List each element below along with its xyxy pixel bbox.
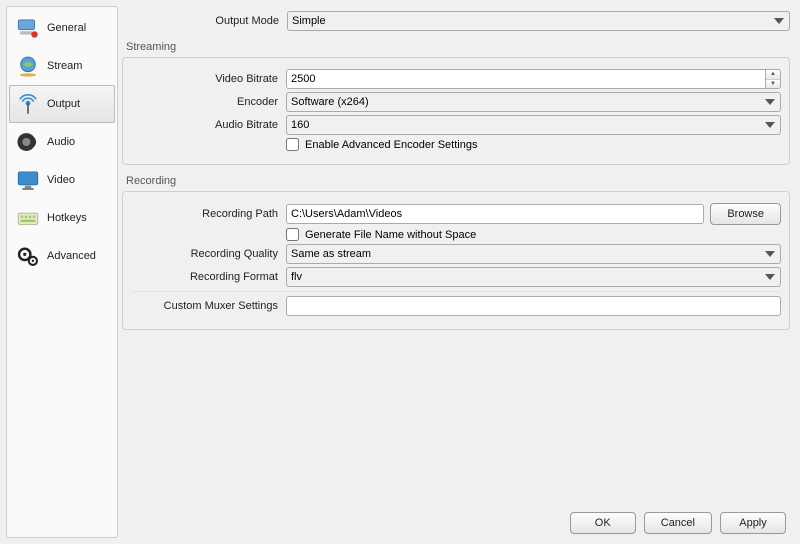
gears-icon: [15, 243, 41, 269]
browse-button[interactable]: Browse: [710, 203, 781, 225]
audio-bitrate-label: Audio Bitrate: [131, 119, 286, 131]
recording-path-input[interactable]: [286, 204, 704, 224]
enable-advanced-checkbox[interactable]: [286, 138, 299, 151]
wrench-icon: [15, 15, 41, 41]
video-bitrate-label: Video Bitrate: [131, 73, 286, 85]
sidebar-item-label: Audio: [47, 136, 75, 148]
sidebar-item-general[interactable]: General: [9, 9, 115, 47]
antenna-icon: [15, 91, 41, 117]
recording-section-title: Recording: [126, 175, 790, 187]
output-mode-select[interactable]: Simple: [287, 11, 790, 31]
gen-no-space-label: Generate File Name without Space: [305, 229, 476, 241]
recording-group: Recording Path Browse Generate File Name…: [122, 191, 790, 330]
cancel-button[interactable]: Cancel: [644, 512, 712, 534]
output-mode-label: Output Mode: [122, 15, 287, 27]
encoder-select[interactable]: Software (x264): [286, 92, 781, 112]
custom-muxer-input[interactable]: [286, 296, 781, 316]
monitor-icon: [15, 167, 41, 193]
sidebar-item-audio[interactable]: Audio: [9, 123, 115, 161]
audio-bitrate-select[interactable]: 160: [286, 115, 781, 135]
sidebar: General Stream Output Audio Video: [6, 6, 118, 538]
spinner-buttons[interactable]: ▲▼: [765, 69, 781, 89]
main-panel: Output Mode Simple Streaming Video Bitra…: [118, 0, 800, 544]
streaming-section-title: Streaming: [126, 41, 790, 53]
spin-down-icon[interactable]: ▼: [766, 80, 780, 89]
recording-format-select[interactable]: flv: [286, 267, 781, 287]
sidebar-item-label: Video: [47, 174, 75, 186]
separator: [131, 291, 781, 292]
sidebar-item-stream[interactable]: Stream: [9, 47, 115, 85]
video-bitrate-input[interactable]: [286, 69, 765, 89]
streaming-group: Video Bitrate ▲▼ Encoder Software (x264)…: [122, 57, 790, 165]
sidebar-item-label: Output: [47, 98, 80, 110]
recording-path-label: Recording Path: [131, 208, 286, 220]
custom-muxer-label: Custom Muxer Settings: [131, 300, 286, 312]
sidebar-item-hotkeys[interactable]: Hotkeys: [9, 199, 115, 237]
sidebar-item-video[interactable]: Video: [9, 161, 115, 199]
apply-button[interactable]: Apply: [720, 512, 786, 534]
sidebar-item-output[interactable]: Output: [9, 85, 115, 123]
recording-format-label: Recording Format: [131, 271, 286, 283]
sidebar-item-advanced[interactable]: Advanced: [9, 237, 115, 275]
sidebar-item-label: Advanced: [47, 250, 96, 262]
globe-icon: [15, 53, 41, 79]
speaker-icon: [15, 129, 41, 155]
keyboard-icon: [15, 205, 41, 231]
gen-no-space-checkbox[interactable]: [286, 228, 299, 241]
sidebar-item-label: Stream: [47, 60, 82, 72]
sidebar-item-label: Hotkeys: [47, 212, 87, 224]
sidebar-item-label: General: [47, 22, 86, 34]
recording-quality-select[interactable]: Same as stream: [286, 244, 781, 264]
recording-quality-label: Recording Quality: [131, 248, 286, 260]
encoder-label: Encoder: [131, 96, 286, 108]
enable-advanced-label: Enable Advanced Encoder Settings: [305, 139, 477, 151]
ok-button[interactable]: OK: [570, 512, 636, 534]
video-bitrate-spinner[interactable]: ▲▼: [286, 69, 781, 89]
footer: OK Cancel Apply: [122, 504, 790, 536]
spin-up-icon[interactable]: ▲: [766, 70, 780, 80]
